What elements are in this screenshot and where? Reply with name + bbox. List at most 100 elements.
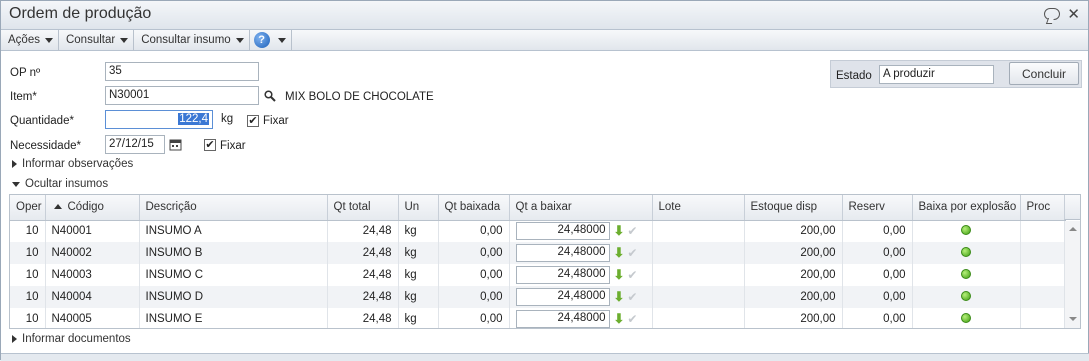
green-down-arrow-icon[interactable]: ⬇ [614, 267, 625, 283]
item-description: MIX BOLO DE CHOCOLATE [285, 91, 434, 103]
fixar-quantidade-checkbox[interactable]: ✔ [247, 115, 259, 127]
item-field[interactable]: N30001 [105, 86, 259, 105]
fixar-quantidade-label: Fixar [263, 115, 289, 127]
menu-acoes[interactable]: Ações [1, 29, 59, 51]
expand-arrow-icon [12, 335, 17, 343]
col-lote[interactable]: Lote [652, 195, 745, 221]
grid-scrollbar[interactable] [1064, 221, 1080, 328]
cell-codigo: N40001 [45, 220, 140, 242]
cell-qt-a-baixar: 24,48000 ⬇ ✔ [509, 242, 653, 264]
col-qt-total[interactable]: Qt total [327, 195, 399, 221]
op-number-field[interactable]: 35 [105, 62, 259, 81]
qt-a-baixar-input[interactable]: 24,48000 [515, 310, 610, 328]
qt-a-baixar-input[interactable]: 24,48000 [515, 244, 610, 262]
cell-lote[interactable] [652, 286, 745, 308]
quantidade-label: Quantidade* [10, 115, 74, 127]
cell-lote[interactable] [652, 308, 745, 328]
cell-oper: 10 [10, 308, 46, 328]
menu-consultar[interactable]: Consultar [59, 29, 135, 51]
cell-qt-a-baixar: 24,48000 ⬇ ✔ [509, 308, 653, 328]
qt-a-baixar-input[interactable]: 24,48000 [515, 266, 610, 284]
qt-a-baixar-input[interactable]: 24,48000 [515, 222, 610, 241]
menu-help[interactable]: ? [250, 29, 292, 51]
col-reserv[interactable]: Reserv [842, 195, 913, 221]
cell-codigo: N40003 [45, 264, 140, 286]
titlebar: Ordem de produção ✕ [1, 1, 1088, 30]
qt-a-baixar-input[interactable]: 24,48000 [515, 288, 610, 306]
check-icon[interactable]: ✔ [627, 268, 637, 282]
help-icon: ? [253, 32, 270, 48]
cell-lote[interactable] [652, 264, 745, 286]
cell-proc [1020, 220, 1066, 242]
green-down-arrow-icon[interactable]: ⬇ [614, 289, 625, 305]
cell-baixa-por-explosao [912, 264, 1021, 286]
cell-qt-total: 24,48 [327, 242, 399, 264]
collapse-arrow-icon [12, 181, 20, 187]
chat-bubble-icon[interactable] [1044, 8, 1060, 20]
green-down-arrow-icon[interactable]: ⬇ [614, 245, 625, 261]
quantidade-field[interactable]: 122,4 [105, 110, 213, 129]
concluir-button[interactable]: Concluir [1009, 62, 1079, 85]
col-estoque-disp[interactable]: Estoque disp [744, 195, 843, 221]
col-codigo[interactable]: Código [45, 195, 140, 221]
cell-un: kg [398, 308, 439, 328]
cell-un: kg [398, 242, 439, 264]
cell-descricao: INSUMO D [139, 286, 328, 308]
scroll-down-icon[interactable] [1069, 317, 1077, 321]
col-proc[interactable]: Proc [1020, 195, 1066, 221]
cell-reserv: 0,00 [842, 220, 913, 242]
cell-qt-total: 24,48 [327, 286, 399, 308]
menu-consultar-insumo[interactable]: Consultar insumo [134, 29, 250, 51]
table-row[interactable]: 10 N40005 INSUMO E 24,48 kg 0,00 24,4800… [10, 308, 1066, 328]
scroll-up-icon[interactable] [1069, 227, 1077, 231]
cell-qt-baixada: 0,00 [438, 308, 510, 328]
cell-descricao: INSUMO A [139, 220, 328, 242]
cell-baixa-por-explosao [912, 286, 1021, 308]
production-order-window: Ordem de produção ✕ Ações Consultar Cons… [0, 0, 1089, 361]
calendar-icon[interactable] [169, 138, 182, 151]
col-baixa-por-explosao[interactable]: Baixa por explosão [912, 195, 1021, 221]
menu-acoes-label: Ações [8, 34, 40, 46]
ocultar-insumos-toggle[interactable]: Ocultar insumos [12, 178, 108, 190]
col-qt-a-baixar[interactable]: Qt a baixar [509, 195, 653, 221]
cell-qt-total: 24,48 [327, 264, 399, 286]
informar-observacoes-toggle[interactable]: Informar observações [12, 158, 133, 170]
table-row[interactable]: 10 N40002 INSUMO B 24,48 kg 0,00 24,4800… [10, 242, 1066, 264]
cell-lote[interactable] [652, 220, 745, 242]
green-down-arrow-icon[interactable]: ⬇ [614, 311, 625, 327]
estado-label: Estado [836, 70, 872, 82]
table-row[interactable]: 10 N40004 INSUMO D 24,48 kg 0,00 24,4800… [10, 286, 1066, 308]
informar-documentos-toggle[interactable]: Informar documentos [12, 333, 131, 345]
green-status-dot-icon [961, 268, 971, 279]
table-row[interactable]: 10 N40001 INSUMO A 24,48 kg 0,00 24,4800… [10, 220, 1066, 242]
cell-proc [1020, 308, 1066, 328]
cell-qt-total: 24,48 [327, 308, 399, 328]
estado-panel: Estado A produzir Concluir [830, 60, 1082, 88]
green-down-arrow-icon[interactable]: ⬇ [614, 223, 625, 239]
table-row[interactable]: 10 N40003 INSUMO C 24,48 kg 0,00 24,4800… [10, 264, 1066, 286]
cell-codigo: N40004 [45, 286, 140, 308]
col-descricao[interactable]: Descrição [139, 195, 328, 221]
cell-proc [1020, 286, 1066, 308]
cell-lote[interactable] [652, 242, 745, 264]
search-icon[interactable] [264, 90, 276, 102]
col-un[interactable]: Un [398, 195, 439, 221]
check-icon[interactable]: ✔ [627, 224, 637, 238]
check-icon[interactable]: ✔ [627, 290, 637, 304]
check-icon[interactable]: ✔ [627, 246, 637, 260]
check-icon[interactable]: ✔ [627, 312, 637, 326]
necessidade-date-field[interactable]: 27/12/15 [105, 135, 165, 154]
informar-documentos-label: Informar documentos [22, 333, 131, 345]
cell-descricao: INSUMO E [139, 308, 328, 328]
cell-reserv: 0,00 [842, 264, 913, 286]
close-icon[interactable]: ✕ [1067, 5, 1080, 23]
col-oper[interactable]: Oper [10, 195, 46, 221]
expand-arrow-icon [12, 160, 17, 168]
cell-codigo: N40002 [45, 242, 140, 264]
cell-proc [1020, 242, 1066, 264]
col-qt-baixada[interactable]: Qt baixada [438, 195, 510, 221]
fixar-necessidade-checkbox[interactable]: ✔ [204, 139, 216, 151]
cell-un: kg [398, 286, 439, 308]
chevron-down-icon [120, 37, 129, 43]
cell-qt-a-baixar: 24,48000 ⬇ ✔ [509, 264, 653, 286]
